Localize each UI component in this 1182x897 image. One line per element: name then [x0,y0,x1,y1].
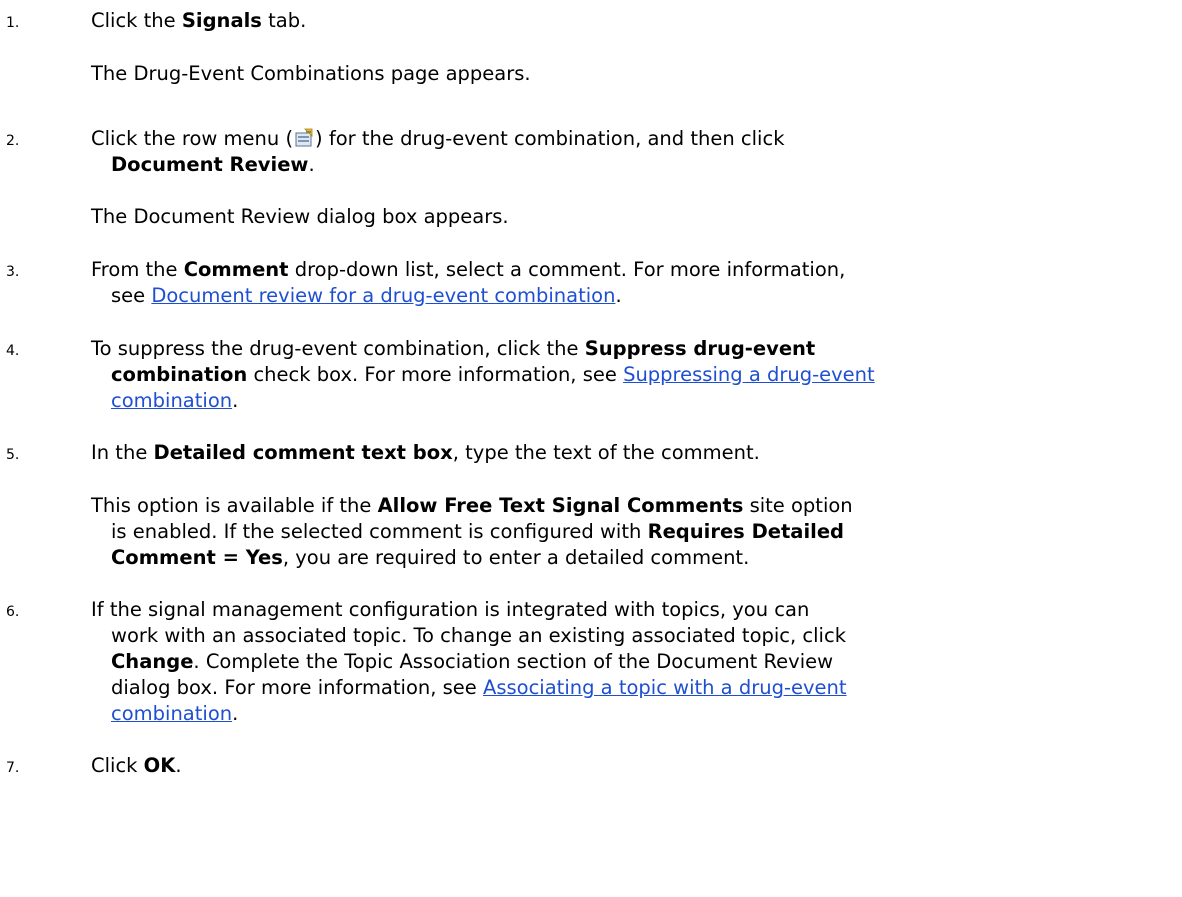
link-document-review[interactable]: Document review for a drug-event combina… [151,284,615,307]
step-3-instruction: From the Comment drop-down list, select … [91,258,846,281]
procedure-steps: 1. Click the Signals tab. The Drug-Event… [0,0,1182,897]
step-number: 1. [6,15,20,31]
step-4-instruction: To suppress the drug-event combination, … [91,337,816,360]
step-5-note: This option is available if the Allow Fr… [91,494,853,517]
step-number: 6. [6,604,20,620]
link-suppressing[interactable]: Suppressing a drug-event [623,363,875,386]
step-number: 3. [6,264,20,280]
row-menu-icon [294,128,314,148]
ui-term-suppress: Suppress drug-event [584,337,816,360]
ui-term-change: Change [111,650,194,673]
step-number: 4. [6,343,20,359]
step-7-instruction: Click OK. [91,754,182,777]
ui-term-signals: Signals [181,9,262,32]
step-number: 2. [6,133,20,149]
step-2-result: The Document Review dialog box appears. [91,205,509,228]
step-5-instruction: In the Detailed comment text box, type t… [91,441,760,464]
step-number: 7. [6,760,20,776]
ui-term-detailed-comment: Detailed comment text box [153,441,453,464]
step-2-instruction: Click the row menu () for the drug-event… [91,127,785,150]
step-number: 5. [6,447,20,463]
step-1-instruction: Click the Signals tab. [91,9,307,32]
link-associating-topic-cont[interactable]: combination [111,702,232,725]
ui-term-comment: Comment [183,258,289,281]
step-1-result: The Drug-Event Combinations page appears… [91,62,531,85]
ui-term-ok: OK [143,754,176,777]
link-associating-topic[interactable]: Associating a topic with a drug-event [483,676,847,699]
step-6-instruction: If the signal management configuration i… [91,598,810,621]
link-suppressing-cont[interactable]: combination [111,389,232,412]
ui-term-document-review: Document Review [111,153,309,176]
